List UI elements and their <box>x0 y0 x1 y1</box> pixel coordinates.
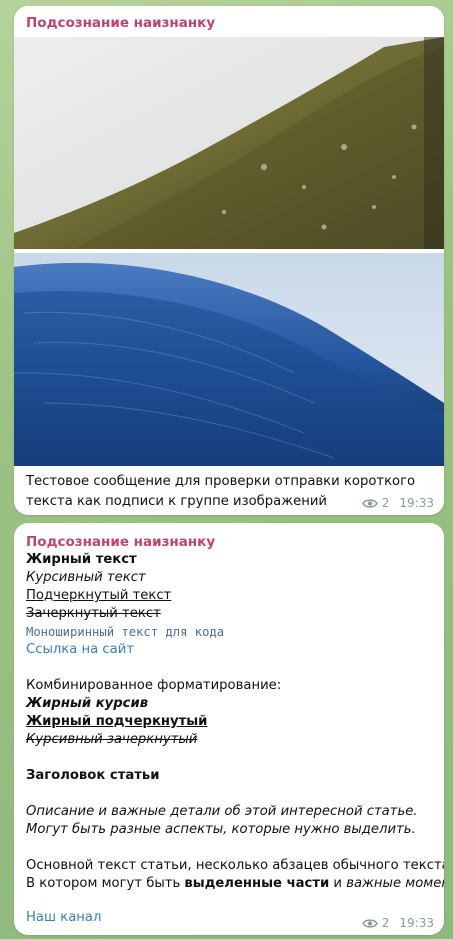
message-bubble-text[interactable]: Подсознание наизнанку Жирный текст Курси… <box>14 523 444 935</box>
important-moments: важные моменты <box>346 876 444 891</box>
eye-icon <box>361 498 378 508</box>
message-bubble-media[interactable]: Подсознание наизнанку Тестовое сообщение… <box>14 6 444 515</box>
italic-text: Курсивный текст <box>26 570 146 585</box>
views-count: 2 <box>381 916 390 930</box>
channel-name[interactable]: Подсознание наизнанку <box>26 534 215 550</box>
website-link[interactable]: Ссылка на сайт <box>26 641 438 659</box>
message-meta: 2 19:33 <box>361 916 434 930</box>
eye-icon <box>361 918 378 928</box>
message-meta: 2 19:33 <box>361 496 434 510</box>
photo-ocean-wave[interactable] <box>14 253 444 466</box>
message-time: 19:33 <box>399 916 434 930</box>
article-heading: Заголовок статьи <box>26 768 160 783</box>
article-description: Описание и важные детали об этой интерес… <box>26 804 418 837</box>
monospace-text[interactable]: Моноширинный текст для кода <box>26 623 438 641</box>
mountain-image <box>14 37 444 249</box>
message-text: Жирный текст Курсивный текст Подчеркнуты… <box>26 551 444 893</box>
bold-italic-text: Жирный курсив <box>26 696 149 711</box>
bold-text: Жирный текст <box>26 552 137 567</box>
bold-underline-text: Жирный подчеркнутый <box>26 714 208 729</box>
article-body-line1: Основной текст статьи, несколько абзацев… <box>26 858 444 873</box>
combined-title: Комбинированное форматирование: <box>26 678 282 693</box>
channel-name[interactable]: Подсознание наизнанку <box>26 15 215 31</box>
italic-strikethrough-text: Курсивный зачеркнутый <box>26 732 198 747</box>
message-time: 19:33 <box>399 496 434 510</box>
highlighted-parts: выделенные части <box>184 876 330 891</box>
views-count: 2 <box>381 496 390 510</box>
channel-link[interactable]: Наш канал <box>26 910 101 925</box>
wave-image <box>14 253 444 466</box>
strikethrough-text: Зачеркнутый текст <box>26 606 161 621</box>
underline-text: Подчеркнутый текст <box>26 588 172 603</box>
article-body-line2: В котором могут быть выделенные части и … <box>26 875 444 893</box>
photo-mountain-fog[interactable] <box>14 37 444 249</box>
